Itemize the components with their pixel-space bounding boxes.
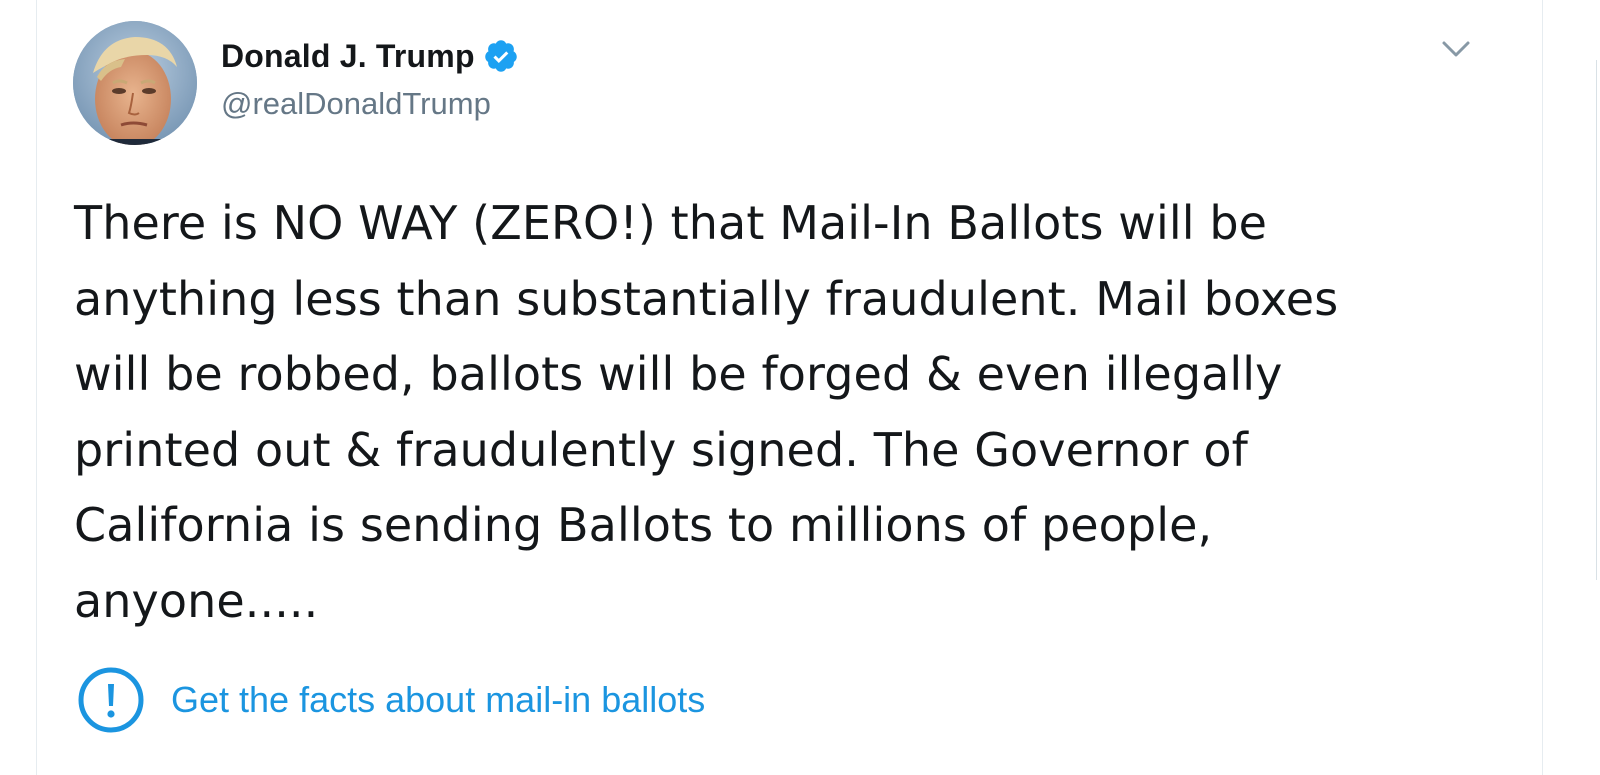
author-block[interactable]: Donald J. Trump @realDonaldTrump bbox=[221, 36, 519, 122]
chevron-down-icon[interactable] bbox=[1436, 34, 1476, 64]
exclamation-circle-icon bbox=[77, 666, 145, 734]
adjacent-column bbox=[1544, 0, 1600, 775]
author-handle[interactable]: @realDonaldTrump bbox=[221, 86, 519, 122]
tweet-text: There is NO WAY (ZERO!) that Mail-In Bal… bbox=[74, 196, 1339, 628]
author-display-name[interactable]: Donald J. Trump bbox=[221, 38, 475, 75]
avatar[interactable] bbox=[73, 21, 197, 145]
verified-badge-icon bbox=[483, 38, 519, 74]
fact-check-link[interactable]: Get the facts about mail-in ballots bbox=[77, 666, 705, 734]
avatar-image bbox=[73, 21, 197, 145]
tweet-card: Donald J. Trump @realDonaldTrump There i… bbox=[36, 0, 1543, 775]
adjacent-column-border bbox=[1596, 60, 1600, 580]
fact-check-label: Get the facts about mail-in ballots bbox=[171, 679, 706, 720]
page: Donald J. Trump @realDonaldTrump There i… bbox=[0, 0, 1600, 775]
author-name-row: Donald J. Trump bbox=[221, 36, 519, 76]
